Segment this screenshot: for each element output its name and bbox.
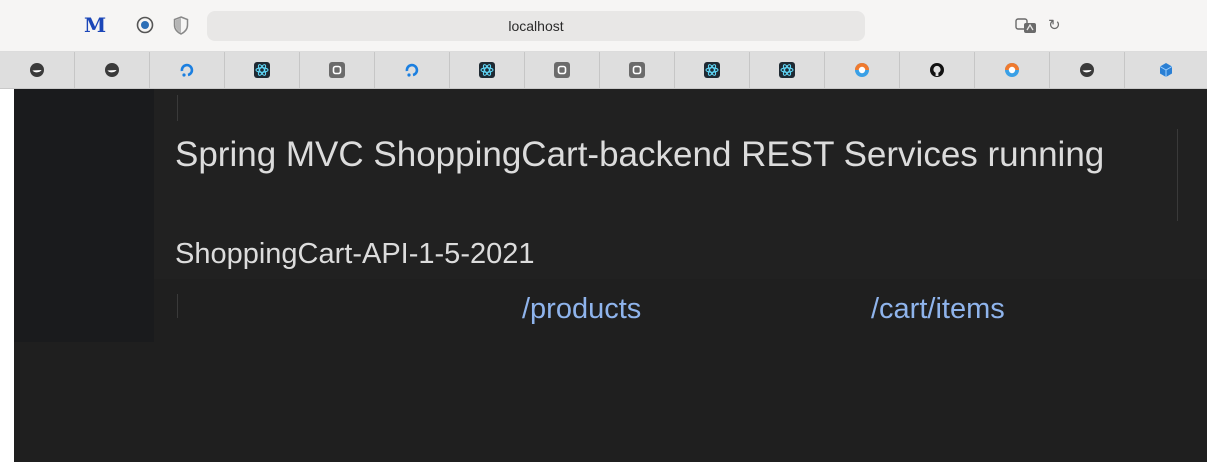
docker-whale-icon — [105, 63, 119, 77]
sidebar-panel — [14, 89, 154, 342]
favorite-react-2[interactable] — [450, 52, 525, 88]
favorite-docker-3[interactable] — [1050, 52, 1125, 88]
favorite-cube[interactable] — [1125, 52, 1207, 88]
favorite-sync-2[interactable] — [375, 52, 450, 88]
browser-toolbar: M localhost ↻ — [0, 0, 1207, 52]
url-text[interactable]: localhost — [207, 18, 865, 34]
o-badge-icon — [329, 62, 345, 78]
favorite-eclipse-1[interactable] — [825, 52, 900, 88]
docker-whale-icon — [30, 63, 44, 77]
o-badge-icon — [554, 62, 570, 78]
react-atom-icon — [779, 62, 795, 78]
page-content: Spring MVC ShoppingCart-backend REST Ser… — [0, 89, 1207, 462]
products-link[interactable]: /products — [522, 292, 641, 326]
favorite-eclipse-2[interactable] — [975, 52, 1050, 88]
favorite-o-2[interactable] — [525, 52, 600, 88]
favorite-github[interactable] — [900, 52, 975, 88]
sync-blue-icon — [180, 63, 194, 77]
api-version-heading: ShoppingCart-API-1-5-2021 — [175, 238, 535, 270]
reload-icon[interactable]: ↻ — [1048, 16, 1066, 36]
translate-icon[interactable] — [1015, 17, 1037, 35]
blue-cube-icon — [1159, 63, 1173, 77]
divider — [1177, 129, 1178, 221]
m-logo-icon[interactable]: M — [84, 13, 106, 37]
favorites-bar — [0, 52, 1207, 89]
favorite-react-3[interactable] — [675, 52, 750, 88]
radio-icon[interactable] — [134, 14, 156, 36]
docker-whale-icon — [1080, 63, 1094, 77]
favorite-o-3[interactable] — [600, 52, 675, 88]
favorite-sync-1[interactable] — [150, 52, 225, 88]
o-badge-icon — [629, 62, 645, 78]
favorite-react-1[interactable] — [225, 52, 300, 88]
react-atom-icon — [704, 62, 720, 78]
eclipse-color-icon — [1005, 63, 1019, 77]
favorite-o-1[interactable] — [300, 52, 375, 88]
divider — [177, 95, 178, 121]
react-atom-icon — [254, 62, 270, 78]
page-title: Spring MVC ShoppingCart-backend REST Ser… — [175, 135, 1105, 174]
react-atom-icon — [479, 62, 495, 78]
address-bar[interactable]: localhost ↻ — [207, 11, 1061, 41]
shield-icon[interactable] — [170, 14, 192, 36]
divider — [177, 294, 178, 318]
left-margin-strip — [0, 89, 14, 462]
cart-items-link[interactable]: /cart/items — [871, 292, 1005, 326]
github-icon — [930, 63, 944, 77]
favorite-docker-2[interactable] — [75, 52, 150, 88]
eclipse-color-icon — [855, 63, 869, 77]
favorite-react-4[interactable] — [750, 52, 825, 88]
favorite-docker-1[interactable] — [0, 52, 75, 88]
sync-blue-icon — [405, 63, 419, 77]
